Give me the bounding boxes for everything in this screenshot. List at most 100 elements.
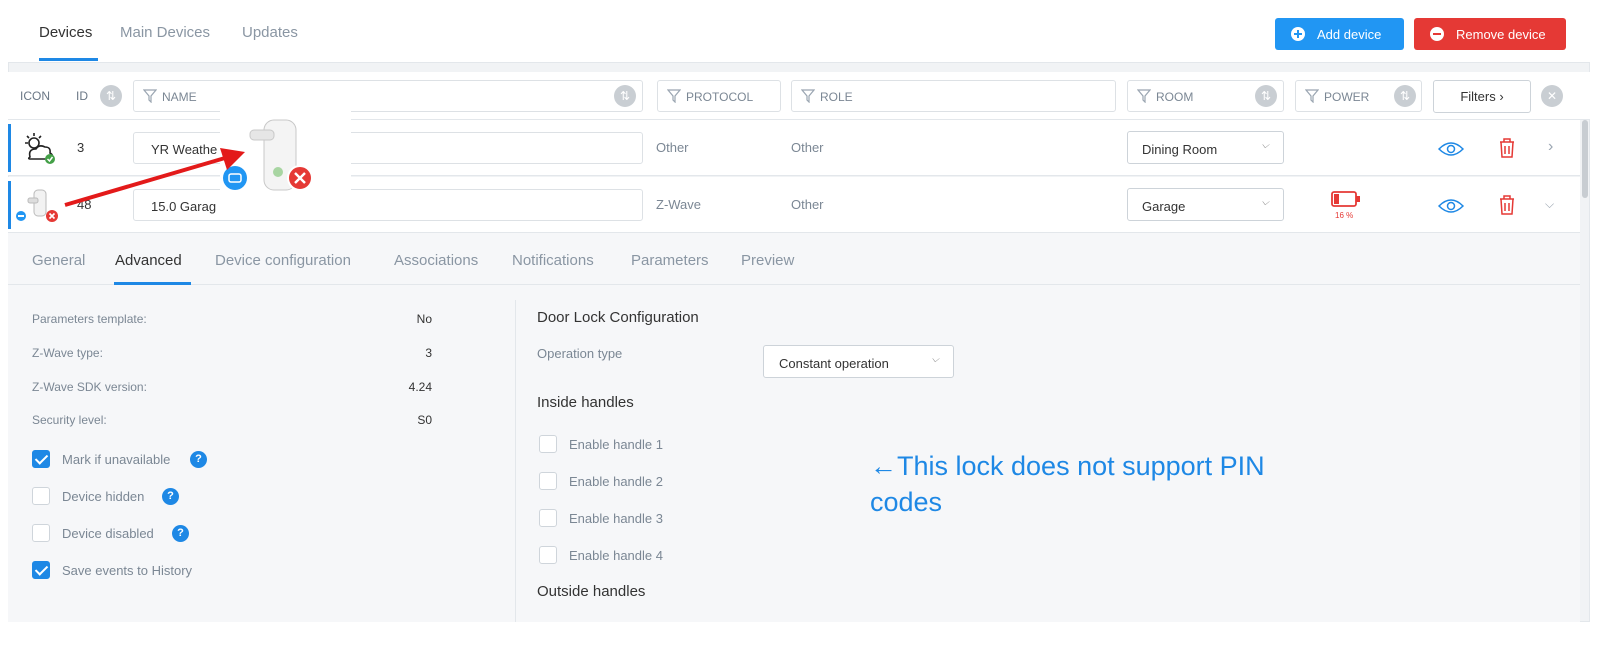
name-filter[interactable]: NAME ⇅ — [133, 80, 643, 112]
handle-1-checkbox[interactable] — [539, 435, 557, 453]
device-detail-panel — [8, 233, 1580, 622]
prop-value: 3 — [425, 346, 432, 360]
add-device-label: Add device — [1317, 26, 1382, 42]
handle-4-label: Enable handle 4 — [569, 548, 663, 563]
operation-type-value: Constant operation — [779, 356, 889, 371]
filter-icon — [143, 89, 157, 103]
prop-value: 4.24 — [408, 380, 432, 394]
help-icon[interactable]: ? — [172, 525, 189, 542]
eye-icon[interactable] — [1438, 141, 1464, 157]
prop-value: S0 — [417, 413, 432, 427]
power-filter[interactable]: POWER ⇅ — [1295, 80, 1422, 112]
save-history-checkbox[interactable] — [32, 561, 50, 579]
trash-icon[interactable] — [1498, 137, 1516, 159]
role-filter-label: ROLE — [820, 90, 853, 104]
prop-label: Security level: — [32, 413, 107, 427]
tab-general[interactable]: General — [32, 252, 85, 269]
handle-3-checkbox[interactable] — [539, 509, 557, 527]
inside-handles-title: Inside handles — [537, 394, 634, 411]
pointer-arrow — [64, 148, 245, 207]
help-icon[interactable]: ? — [190, 451, 207, 468]
filters-button[interactable]: Filters › — [1433, 80, 1531, 113]
tab-main-devices[interactable]: Main Devices — [120, 24, 210, 41]
operation-type-select[interactable]: Constant operation ⌵ — [763, 345, 954, 378]
device-disabled-label: Device disabled — [62, 526, 154, 541]
chevron-right-icon[interactable]: › — [1548, 138, 1553, 156]
save-history-label: Save events to History — [62, 563, 193, 578]
handle-2-checkbox[interactable] — [539, 472, 557, 490]
tab-device-configuration[interactable]: Device configuration — [215, 252, 351, 269]
mark-unavailable-checkbox[interactable] — [32, 450, 50, 468]
door-lock-config-title: Door Lock Configuration — [537, 309, 699, 326]
filter-icon — [1305, 89, 1319, 103]
row-indicator — [8, 181, 11, 229]
room-value: Garage — [1142, 199, 1186, 214]
active-subtab-indicator — [114, 282, 191, 285]
handle-1-label: Enable handle 1 — [569, 437, 663, 452]
role-filter[interactable]: ROLE — [791, 80, 1116, 112]
tab-parameters[interactable]: Parameters — [631, 252, 709, 269]
chevron-down-icon: ⌵ — [1261, 140, 1269, 151]
prop-value: No — [416, 312, 432, 326]
prop-label: Parameters template: — [32, 312, 147, 326]
protocol-filter-label: PROTOCOL — [686, 90, 754, 104]
tab-preview[interactable]: Preview — [741, 252, 794, 269]
sort-name-icon[interactable]: ⇅ — [614, 85, 636, 107]
device-hidden-label: Device hidden — [62, 489, 145, 504]
column-icon: ICON — [20, 89, 50, 103]
clear-filters-icon[interactable]: ✕ — [1541, 85, 1563, 107]
trash-icon[interactable] — [1498, 194, 1516, 216]
chevron-down-icon: ⌵ — [931, 354, 939, 365]
sort-room-icon[interactable]: ⇅ — [1255, 85, 1277, 107]
battery-level: 16 % — [1335, 211, 1354, 220]
tab-notifications[interactable]: Notifications — [512, 252, 594, 269]
handle-4-checkbox[interactable] — [539, 546, 557, 564]
sort-id-icon[interactable]: ⇅ — [100, 85, 122, 107]
plus-icon — [1291, 27, 1305, 41]
row-role: Other — [791, 140, 824, 155]
outside-handles-title: Outside handles — [537, 583, 646, 600]
room-filter-label: ROOM — [1156, 90, 1194, 104]
battery-low-icon — [1331, 191, 1360, 207]
tab-advanced[interactable]: Advanced — [115, 252, 182, 269]
remove-device-label: Remove device — [1456, 26, 1546, 42]
row-protocol: Z-Wave — [656, 197, 702, 212]
handle-3-label: Enable handle 3 — [569, 511, 663, 526]
room-select[interactable]: Dining Room ⌵ — [1127, 131, 1284, 164]
minus-icon — [1430, 27, 1444, 41]
protocol-filter[interactable]: PROTOCOL — [657, 80, 781, 112]
power-filter-label: POWER — [1324, 90, 1370, 104]
add-device-button[interactable]: Add device — [1275, 18, 1404, 50]
tab-devices[interactable]: Devices — [39, 24, 92, 41]
filter-icon — [667, 89, 681, 103]
tab-updates[interactable]: Updates — [242, 24, 298, 41]
remove-device-button[interactable]: Remove device — [1414, 18, 1566, 50]
mark-unavailable-label: Mark if unavailable — [62, 452, 171, 467]
sort-power-icon[interactable]: ⇅ — [1394, 85, 1416, 107]
door-lock-icon — [16, 189, 58, 222]
handle-2-label: Enable handle 2 — [569, 474, 663, 489]
filter-icon — [801, 89, 815, 103]
row-indicator — [8, 124, 11, 172]
row-role: Other — [791, 197, 824, 212]
device-hidden-checkbox[interactable] — [32, 487, 50, 505]
name-filter-label: NAME — [162, 90, 197, 104]
scrollbar[interactable] — [1582, 120, 1588, 198]
chevron-down-icon: ⌵ — [1261, 197, 1269, 208]
eye-icon[interactable] — [1438, 198, 1464, 214]
room-value: Dining Room — [1142, 142, 1218, 157]
room-filter[interactable]: ROOM ⇅ — [1127, 80, 1284, 112]
annotation-text: ←This lock does not support PIN codes — [870, 451, 1265, 517]
prop-label: Z-Wave type: — [32, 346, 103, 360]
operation-type-label: Operation type — [537, 346, 623, 361]
active-tab-indicator — [39, 58, 98, 61]
help-icon[interactable]: ? — [162, 488, 179, 505]
device-disabled-checkbox[interactable] — [32, 524, 50, 542]
filters-label: Filters — [1460, 89, 1496, 104]
room-select[interactable]: Garage ⌵ — [1127, 188, 1284, 221]
prop-label: Z-Wave SDK version: — [32, 380, 147, 394]
chevron-down-icon[interactable]: ⌵ — [1545, 197, 1554, 212]
weather-cloud-icon — [25, 133, 55, 164]
tab-associations[interactable]: Associations — [394, 252, 478, 269]
column-id: ID — [76, 89, 88, 103]
